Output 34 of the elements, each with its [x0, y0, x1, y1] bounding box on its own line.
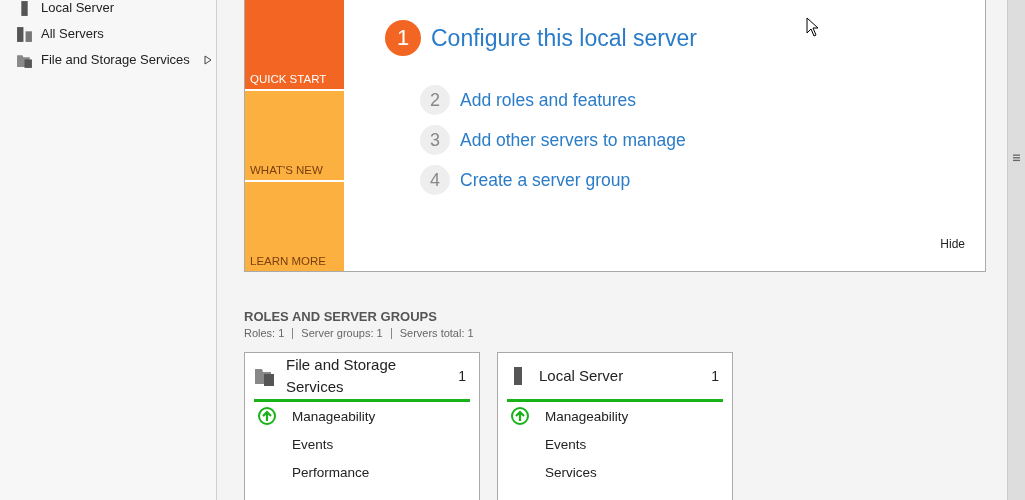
step-number: 3	[420, 125, 450, 155]
step-link[interactable]: Create a server group	[460, 169, 631, 191]
section-heading: ROLES AND SERVER GROUPS	[244, 309, 438, 324]
summary-text: Servers total: 1	[399, 327, 474, 339]
step-link[interactable]: Add other servers to manage	[460, 129, 686, 151]
welcome-tile[interactable]: LEARN MORE	[245, 182, 344, 271]
card-row-link[interactable]: Performance	[292, 464, 370, 480]
card-title: File and Storage Services	[286, 355, 398, 397]
card-row-link[interactable]: Manageability	[292, 408, 376, 424]
role-card[interactable]: File and Storage Services 1 Manageability Events Performance	[244, 352, 480, 500]
welcome-tile[interactable]: WHAT'S NEW	[245, 91, 344, 180]
step-number: 4	[420, 165, 450, 195]
mouse-pointer-icon	[806, 17, 818, 37]
card-title: Local Server	[539, 366, 625, 386]
role-card[interactable]: Local Server 1 Manageability Events Services	[497, 352, 733, 500]
card-count: 1	[458, 368, 467, 384]
step-link[interactable]: Add roles and features	[460, 89, 637, 111]
sidebar-item[interactable]: All Servers	[0, 21, 216, 47]
summary-text: Roles: 1	[244, 327, 285, 339]
hide-link[interactable]: Hide	[940, 237, 965, 251]
servers-icon	[16, 25, 33, 43]
scroll-grip-icon	[1013, 154, 1020, 162]
card-count: 1	[711, 368, 720, 384]
card-row-link[interactable]: Events	[545, 436, 587, 452]
card-row-link[interactable]: Services	[545, 464, 597, 480]
step-number: 2	[420, 85, 450, 115]
step-link[interactable]: Configure this local server	[431, 24, 697, 52]
sidebar-item[interactable]: File and Storage Services	[0, 47, 216, 73]
step-number: 1	[385, 20, 421, 56]
sidebar-item[interactable]: Local Server	[0, 0, 216, 21]
scrollbar[interactable]	[1007, 0, 1025, 500]
card-row-link[interactable]: Manageability	[545, 408, 629, 424]
summary-text: Server groups: 1	[301, 327, 383, 339]
card-row-link[interactable]: Events	[292, 436, 334, 452]
